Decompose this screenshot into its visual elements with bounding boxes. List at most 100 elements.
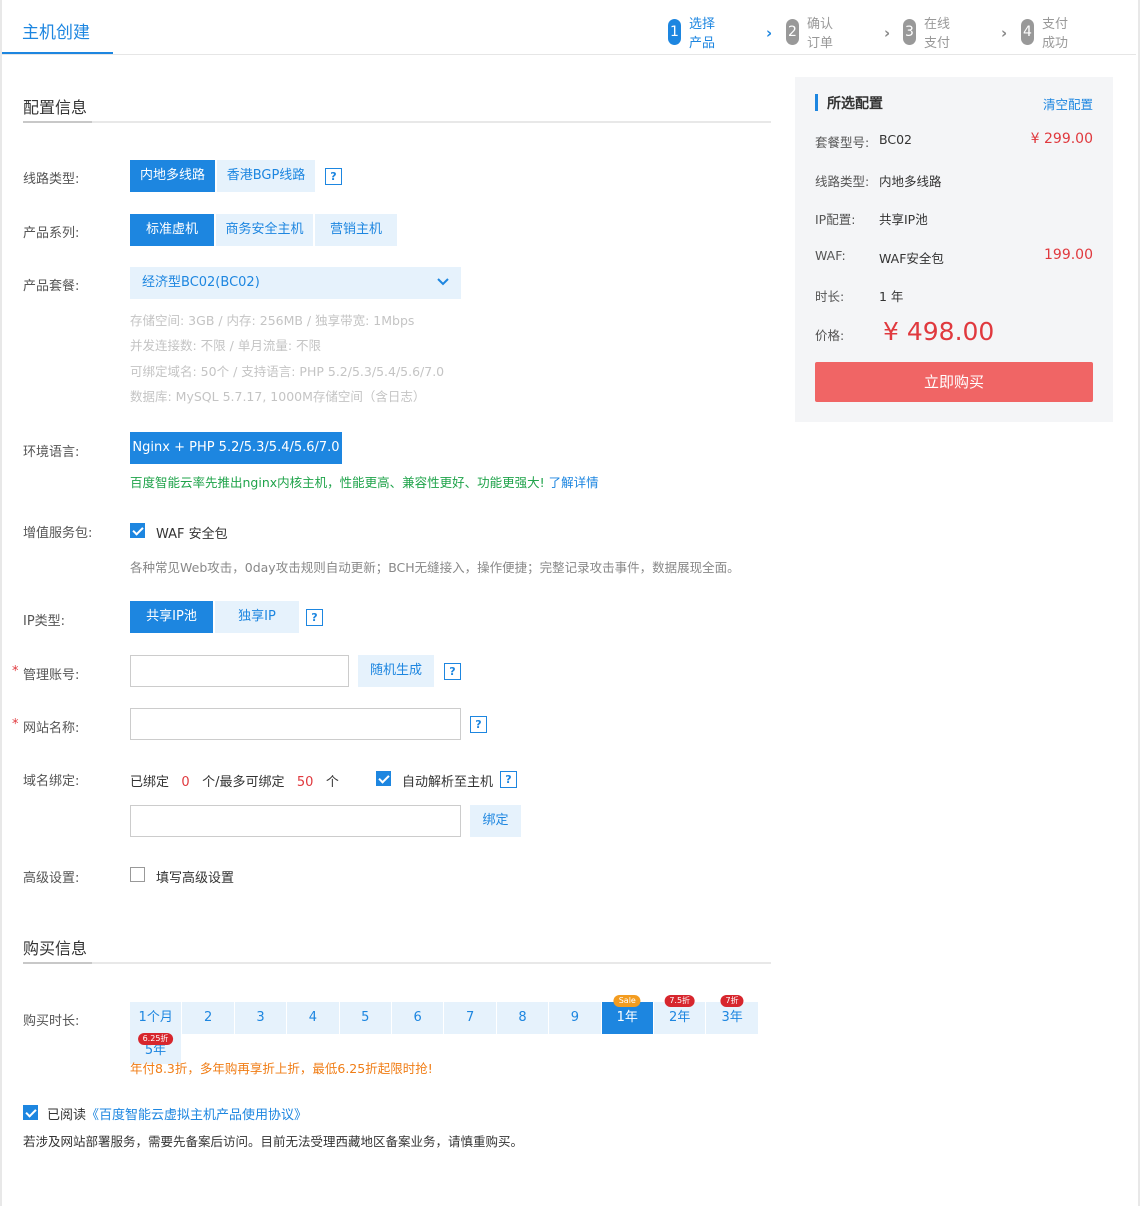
clear-config-link[interactable]: 清空配置: [1043, 94, 1093, 113]
series-option-marketing[interactable]: 营销主机: [315, 214, 397, 246]
duration-option-label: 2年: [669, 1010, 691, 1025]
waf-checkbox[interactable]: [130, 523, 145, 538]
waf-description: 各种常见Web攻击，0day攻击规则自动更新；BCH无缝接入，操作便捷；完整记录…: [130, 560, 740, 575]
agreement-checkbox[interactable]: [23, 1105, 38, 1120]
duration-option-label: 2: [203, 1010, 213, 1025]
duration-option[interactable]: 5: [339, 1002, 391, 1034]
duration-option[interactable]: 8: [496, 1002, 549, 1034]
domain-bound-count: 已绑定 0 个/最多可绑定 50 个: [130, 771, 339, 790]
filing-notice: 若涉及网站部署服务，需要先备案后访问。目前无法受理西藏地区备案业务，请慎重购买。: [23, 1134, 524, 1149]
step-2: 2 确认订单: [786, 17, 833, 51]
summary-panel: 所选配置 清空配置 套餐型号: BC02 ¥ 299.00 线路类型: 内地多线…: [795, 77, 1113, 422]
purchase-section-divider: [23, 962, 771, 964]
domain-bound-prefix: 已绑定: [130, 775, 170, 790]
config-section-title: 配置信息: [23, 98, 88, 117]
summary-package-value: BC02: [879, 132, 912, 147]
ip-type-option-dedicated[interactable]: 独享IP: [215, 601, 299, 633]
duration-option-label: 7: [465, 1010, 475, 1025]
agreement-text: 已阅读《百度智能云虚拟主机产品使用协议》: [47, 1104, 307, 1123]
env-option-nginx-php[interactable]: Nginx + PHP 5.2/5.3/5.4/5.6/7.0: [130, 432, 342, 464]
advanced-label: 高级设置:: [23, 871, 80, 886]
discount-note: 年付8.3折，多年购再享折上折，最低6.25折起限时抢!: [130, 1061, 433, 1076]
required-mark: *: [12, 664, 19, 679]
addon-label: 增值服务包:: [23, 526, 93, 541]
line-type-option-mainland[interactable]: 内地多线路: [130, 160, 215, 192]
summary-ip-value: 共享IP池: [879, 212, 928, 227]
duration-option-label: 1年: [616, 1010, 638, 1025]
duration-option-label: 3: [256, 1010, 265, 1025]
env-note-text: 百度智能云率先推出nginx内核主机，性能更高、兼容性更好、功能更强大!: [130, 475, 549, 490]
step-4-label: 支付成功: [1042, 17, 1069, 51]
help-icon[interactable]: ?: [470, 716, 487, 733]
duration-option[interactable]: 1个月: [130, 1002, 182, 1034]
duration-option[interactable]: 2: [182, 1002, 234, 1034]
series-option-business[interactable]: 商务安全主机: [216, 214, 313, 246]
learn-more-link[interactable]: 了解详情: [549, 475, 599, 490]
waf-checkbox-label: WAF 安全包: [156, 527, 228, 542]
env-label: 环境语言:: [23, 445, 80, 460]
duration-option-label: 4: [308, 1010, 318, 1025]
discount-badge: 7.5折: [664, 995, 696, 1007]
admin-account-label: 管理账号:: [23, 668, 80, 683]
duration-option[interactable]: 1年 Sale: [601, 995, 653, 1034]
step-3-label: 在线支付: [924, 17, 951, 51]
package-select-value: 经济型BC02(BC02): [142, 275, 260, 290]
domain-max-number: 50: [296, 775, 314, 790]
random-generate-button[interactable]: 随机生成: [358, 655, 434, 687]
admin-account-input[interactable]: [130, 655, 349, 687]
step-1: 1 选择产品: [668, 17, 715, 51]
summary-waf-value: WAF安全包: [879, 251, 944, 266]
series-label: 产品系列:: [23, 226, 80, 241]
help-icon[interactable]: ?: [306, 609, 323, 626]
step-3: 3 在线支付: [903, 17, 950, 51]
ip-type-option-shared[interactable]: 共享IP池: [130, 601, 213, 633]
duration-option[interactable]: 4: [287, 1002, 339, 1034]
package-detail-database: 数据库: MySQL 5.7.17, 1000M存储空间（含日志）: [130, 389, 426, 404]
duration-option-label: 1个月: [138, 1010, 173, 1025]
step-4: 4 支付成功: [1021, 17, 1068, 51]
help-icon[interactable]: ?: [325, 168, 342, 185]
env-note: 百度智能云率先推出nginx内核主机，性能更高、兼容性更好、功能更强大! 了解详…: [130, 472, 599, 491]
auto-resolve-label: 自动解析至主机: [402, 775, 494, 790]
help-icon[interactable]: ?: [444, 663, 461, 680]
agreement-link[interactable]: 《百度智能云虚拟主机产品使用协议》: [86, 1108, 307, 1123]
bind-domain-button[interactable]: 绑定: [470, 805, 521, 837]
buy-now-button[interactable]: 立即购买: [815, 362, 1093, 402]
title-underline: [2, 52, 113, 54]
duration-option[interactable]: 6: [392, 1002, 444, 1034]
step-3-number: 3: [903, 19, 916, 45]
advanced-checkbox[interactable]: [130, 867, 145, 882]
package-select[interactable]: 经济型BC02(BC02): [130, 267, 461, 299]
config-section-divider: [23, 121, 771, 123]
site-name-input[interactable]: [130, 708, 461, 740]
duration-option-label: 8: [518, 1010, 527, 1025]
help-icon[interactable]: ?: [500, 771, 517, 788]
line-type-label: 线路类型:: [23, 172, 80, 187]
chevron-right-icon: ›: [1001, 24, 1008, 42]
auto-resolve-checkbox[interactable]: [376, 771, 391, 786]
duration-option-label: 5年: [144, 1043, 167, 1058]
duration-option[interactable]: 9: [549, 1002, 601, 1034]
duration-option-label: 3年: [721, 1010, 743, 1025]
package-label: 产品套餐:: [23, 279, 80, 294]
chevron-right-icon: ›: [766, 24, 773, 42]
duration-option[interactable]: 7: [444, 1002, 496, 1034]
duration-option[interactable]: 3年 7折: [706, 995, 758, 1034]
discount-badge: 7折: [720, 995, 744, 1007]
series-option-standard[interactable]: 标准虚机: [130, 214, 214, 246]
required-mark: *: [12, 717, 19, 732]
summary-line-label: 线路类型:: [815, 174, 870, 189]
domain-input[interactable]: [130, 805, 461, 837]
duration-option[interactable]: 2年 7.5折: [654, 995, 706, 1034]
purchase-section-title: 购买信息: [23, 939, 88, 958]
duration-option[interactable]: 3: [234, 1002, 287, 1034]
summary-waf-price: 199.00: [1044, 247, 1093, 263]
step-1-label: 选择产品: [689, 17, 716, 51]
chevron-right-icon: ›: [884, 24, 891, 42]
summary-title: 所选配置: [815, 93, 883, 113]
duration-option-label: 5: [361, 1010, 370, 1025]
step-2-number: 2: [786, 19, 799, 45]
line-type-option-hk-bgp[interactable]: 香港BGP线路: [217, 160, 315, 192]
summary-duration-value: 1 年: [879, 289, 904, 304]
discount-badge: Sale: [613, 995, 641, 1007]
